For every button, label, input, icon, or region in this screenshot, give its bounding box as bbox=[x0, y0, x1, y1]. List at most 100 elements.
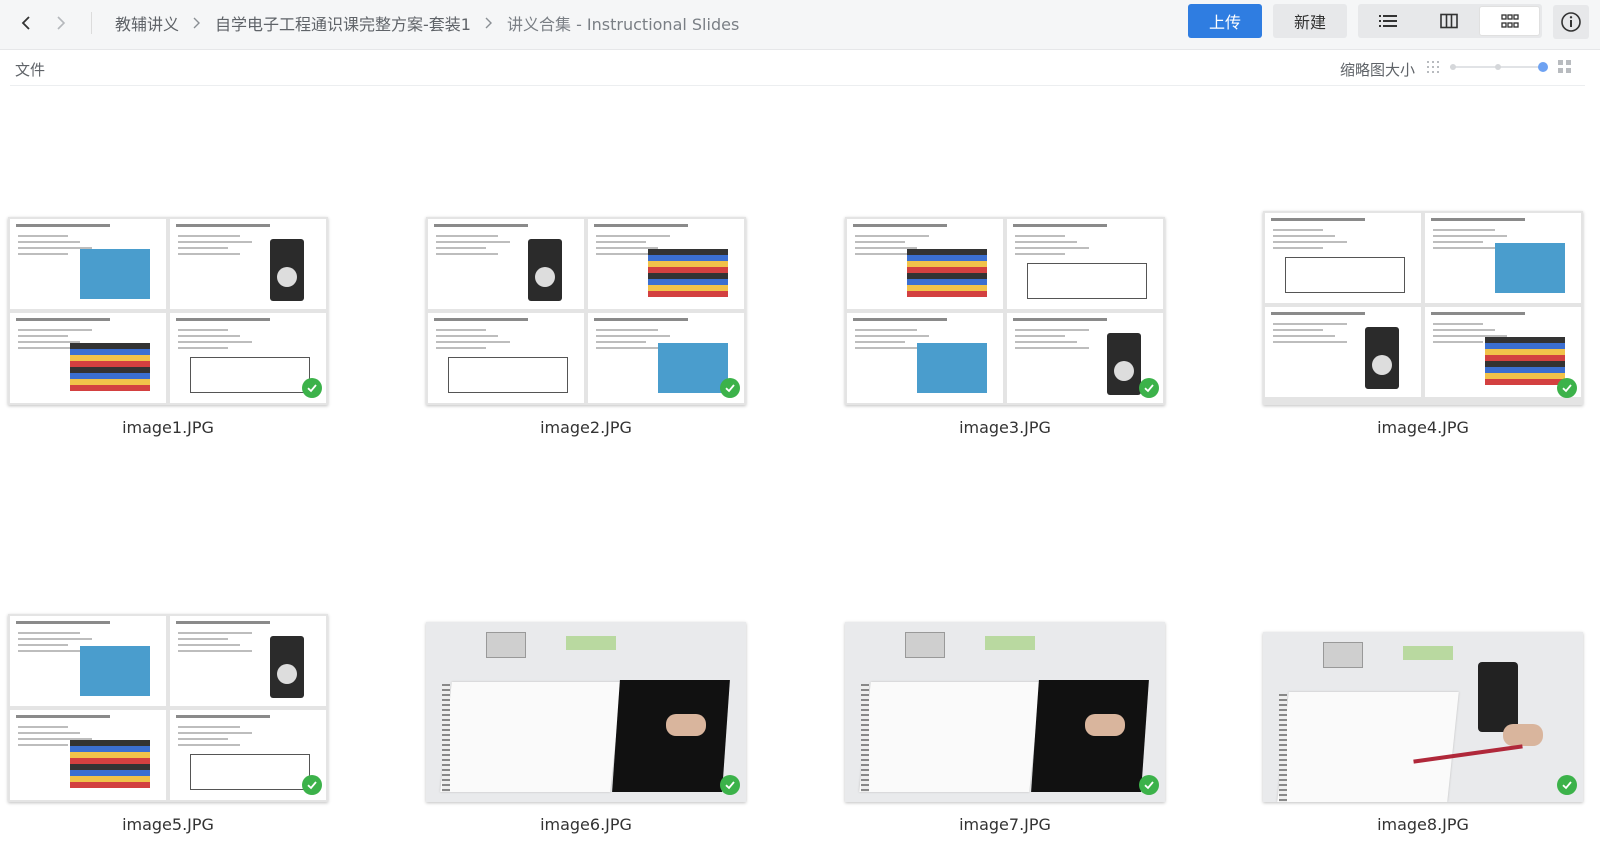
slide-text-line bbox=[1433, 341, 1483, 343]
column-view-button[interactable] bbox=[1419, 4, 1480, 38]
file-thumbnail[interactable] bbox=[1263, 211, 1583, 405]
slide-text-line bbox=[18, 638, 92, 640]
slide-text-line bbox=[1273, 335, 1335, 337]
file-thumbnail[interactable] bbox=[426, 622, 746, 802]
slider-stop bbox=[1495, 64, 1501, 70]
file-thumbnail[interactable] bbox=[1263, 632, 1583, 802]
file-thumbnail[interactable] bbox=[845, 217, 1165, 405]
slide-text-line bbox=[178, 732, 252, 734]
slide-text-line bbox=[596, 329, 658, 331]
drawing-board bbox=[1031, 680, 1149, 792]
slide-text-line bbox=[855, 241, 905, 243]
slide-text-line bbox=[1015, 253, 1065, 255]
slide-text-line bbox=[18, 329, 92, 331]
forward-button[interactable] bbox=[47, 9, 75, 37]
header-divider bbox=[10, 85, 1585, 86]
info-button[interactable] bbox=[1553, 5, 1589, 39]
slide-text-line bbox=[1433, 241, 1483, 243]
slide-page bbox=[428, 219, 584, 309]
selected-check-icon[interactable] bbox=[1139, 775, 1159, 795]
section-title: 文件 bbox=[15, 61, 46, 79]
slide-page bbox=[1265, 213, 1421, 303]
upload-button[interactable]: 上传 bbox=[1188, 4, 1262, 38]
selected-check-icon[interactable] bbox=[302, 378, 322, 398]
slide-text-line bbox=[596, 235, 670, 237]
view-mode-switcher bbox=[1358, 4, 1542, 38]
slide-figure bbox=[270, 636, 304, 698]
slide-figure bbox=[1107, 333, 1141, 395]
slide-page bbox=[10, 219, 166, 309]
power-supply bbox=[905, 632, 945, 658]
file-thumbnail[interactable] bbox=[426, 217, 746, 405]
slide-text-line bbox=[1015, 247, 1089, 249]
grid-view-button[interactable] bbox=[1479, 6, 1540, 36]
slide-figure bbox=[1285, 257, 1405, 293]
file-name: image3.JPG bbox=[959, 418, 1051, 437]
slide-text-line bbox=[1433, 235, 1507, 237]
slide-figure bbox=[1495, 243, 1565, 293]
slide-text-line bbox=[18, 744, 68, 746]
slide-page bbox=[1425, 213, 1581, 303]
slide-figure bbox=[648, 249, 728, 297]
small-thumbnails-icon[interactable] bbox=[1427, 61, 1439, 73]
slide-page bbox=[10, 710, 166, 800]
slide-title-line bbox=[594, 318, 688, 321]
slide-collage bbox=[426, 217, 746, 405]
slide-text-line bbox=[436, 341, 510, 343]
thumbnail-size-slider[interactable] bbox=[1450, 61, 1548, 73]
slide-text-line bbox=[596, 341, 646, 343]
slide-text-line bbox=[855, 341, 905, 343]
slide-figure bbox=[658, 343, 728, 393]
slide-text-line bbox=[1015, 329, 1089, 331]
file-thumbnail[interactable] bbox=[845, 622, 1165, 802]
slide-text-line bbox=[855, 335, 929, 337]
slide-text-line bbox=[18, 644, 68, 646]
selected-check-icon[interactable] bbox=[1139, 378, 1159, 398]
power-supply bbox=[486, 632, 526, 658]
breadcrumb-item-current: 讲义合集 - Instructional Slides bbox=[506, 15, 740, 34]
new-button[interactable]: 新建 bbox=[1273, 4, 1347, 38]
grid-icon bbox=[1500, 14, 1519, 28]
back-button[interactable] bbox=[12, 9, 40, 37]
columns-icon bbox=[1440, 13, 1458, 29]
selected-check-icon[interactable] bbox=[1557, 378, 1577, 398]
breadcrumb-item-2[interactable]: 自学电子工程通识课完整方案-套装1 bbox=[215, 11, 471, 35]
chevron-right-icon bbox=[57, 16, 66, 30]
slide-text-line bbox=[178, 644, 240, 646]
selected-check-icon[interactable] bbox=[720, 775, 740, 795]
slide-text-line bbox=[436, 347, 486, 349]
slide-page bbox=[10, 616, 166, 706]
list-icon bbox=[1379, 15, 1398, 27]
slide-text-line bbox=[178, 241, 252, 243]
slide-text-line bbox=[1273, 341, 1347, 343]
notebook-page bbox=[440, 682, 622, 792]
info-icon bbox=[1561, 12, 1581, 32]
slider-knob[interactable] bbox=[1538, 62, 1548, 72]
slide-text-line bbox=[1433, 323, 1483, 325]
selected-check-icon[interactable] bbox=[720, 378, 740, 398]
slide-text-line bbox=[436, 241, 510, 243]
list-view-button[interactable] bbox=[1358, 4, 1419, 38]
slide-collage bbox=[845, 217, 1165, 405]
slide-title-line bbox=[16, 224, 110, 227]
slide-text-line bbox=[178, 632, 252, 634]
breadcrumb-item-1[interactable]: 教辅讲义 bbox=[115, 11, 179, 35]
slide-text-line bbox=[436, 329, 486, 331]
slide-text-line bbox=[596, 241, 646, 243]
slide-figure bbox=[917, 343, 987, 393]
slider-stop bbox=[1450, 64, 1456, 70]
multimeter-dial bbox=[1114, 361, 1134, 381]
large-thumbnails-icon[interactable] bbox=[1558, 60, 1572, 74]
toolbar-divider bbox=[91, 12, 92, 34]
slide-text-line bbox=[596, 335, 670, 337]
notebook-page bbox=[859, 682, 1041, 792]
selected-check-icon[interactable] bbox=[1557, 775, 1577, 795]
slide-figure bbox=[1365, 327, 1399, 389]
slide-figure bbox=[1485, 337, 1565, 385]
slide-page bbox=[847, 313, 1003, 403]
file-thumbnail[interactable] bbox=[8, 614, 328, 802]
chevron-left-icon bbox=[21, 16, 30, 30]
file-thumbnail[interactable] bbox=[8, 217, 328, 405]
slide-collage bbox=[1263, 211, 1583, 405]
selected-check-icon[interactable] bbox=[302, 775, 322, 795]
